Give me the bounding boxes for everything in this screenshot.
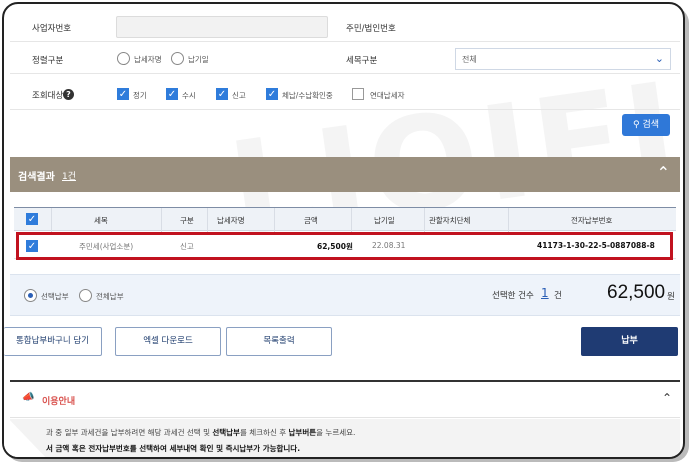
sort-radio-due[interactable] [171, 52, 184, 65]
table-header: ✓ 세목 구분 납세자명 금액 납기일 관할자치단체 전자납부번호 [14, 207, 676, 232]
page-curl [4, 414, 52, 457]
selection-summary: 선택납부 전체납부 선택한 건수 1 건 62,500 원 [10, 274, 680, 316]
add-to-cart-button[interactable]: 통합납부바구니 담기 [4, 327, 102, 356]
target-label-report: 신고 [232, 91, 246, 100]
selected-amount-unit: 원 [667, 292, 675, 302]
selected-count-unit: 건 [554, 291, 562, 301]
highlight-box [16, 232, 673, 260]
megaphone-icon: 📣 [22, 392, 35, 403]
guide-title: 이용안내 [42, 397, 76, 407]
form-row-target: 조회대상 ? ✓ 정기 ✓ 수시 ✓ 신고 ✓ 체납/수납확인중 연대납세자 [10, 76, 680, 110]
target-checkbox-joint[interactable] [352, 88, 364, 100]
search-button-label: 검색 [642, 120, 660, 130]
target-checkbox-regular[interactable]: ✓ [117, 88, 129, 100]
results-count[interactable]: 1건 [62, 169, 76, 182]
target-label-arrears: 체납/수납확인중 [282, 91, 333, 100]
selected-amount: 62,500 [607, 282, 666, 303]
results-header[interactable]: 검색결과 1건 ⌃ [10, 157, 680, 192]
pay-mode-all-label: 전체납부 [96, 292, 124, 301]
chevron-up-icon[interactable]: ⌃ [662, 391, 672, 405]
page-frame: LIOIEI 사업자번호 주민/법인번호 정렬구분 납세자명 납기일 세목구분 … [2, 2, 685, 459]
target-label-occasional: 수시 [182, 91, 196, 100]
target-checkbox-arrears[interactable]: ✓ [266, 88, 278, 100]
biz-no-input[interactable] [116, 16, 328, 38]
form-row-ids: 사업자번호 주민/법인번호 [10, 12, 680, 42]
col-taxpayer: 납세자명 [217, 216, 245, 225]
selected-count-label: 선택한 건수 [492, 291, 534, 301]
selected-count: 1 [541, 286, 549, 300]
help-icon[interactable]: ? [63, 89, 74, 100]
guide-body: 과 중 일부 과세건을 납부하려면 해당 과세건 선택 및 선택납부를 체크하신… [10, 419, 680, 457]
form-row-sort: 정렬구분 납세자명 납기일 세목구분 전체 ⌄ [10, 44, 680, 74]
target-label-joint: 연대납세자 [370, 91, 405, 100]
col-authority: 관할자치단체 [429, 216, 471, 225]
col-tax-item: 세목 [94, 216, 108, 225]
sort-option-due: 납기일 [188, 55, 209, 64]
results-title: 검색결과 [18, 172, 55, 183]
select-all-checkbox[interactable]: ✓ [26, 213, 38, 225]
resident-no-input[interactable] [452, 16, 674, 38]
col-amount: 금액 [304, 216, 318, 225]
sort-option-taxpayer: 납세자명 [134, 55, 162, 64]
col-due: 납기일 [374, 216, 395, 225]
chevron-up-icon[interactable]: ⌃ [657, 163, 670, 182]
guide-line-1: 과 중 일부 과세건을 납부하려면 해당 과세건 선택 및 선택납부를 체크하신… [46, 428, 356, 437]
col-type: 구분 [180, 216, 194, 225]
pay-mode-selected-label: 선택납부 [41, 292, 69, 301]
sort-label: 정렬구분 [32, 56, 64, 66]
biz-no-label: 사업자번호 [32, 24, 72, 34]
target-checkbox-report[interactable]: ✓ [216, 88, 228, 100]
search-button[interactable]: ⚲ 검색 [622, 114, 670, 136]
chevron-down-icon: ⌄ [654, 52, 664, 65]
search-icon: ⚲ [632, 120, 640, 130]
guide-header[interactable]: 📣 이용안내 ⌃ [10, 380, 680, 418]
pay-button[interactable]: 납부 [581, 327, 678, 356]
pay-mode-radio-selected[interactable] [24, 289, 37, 302]
col-epay-no: 전자납부번호 [571, 216, 613, 225]
tax-item-value: 전체 [462, 55, 477, 64]
resident-no-label: 주민/법인번호 [346, 24, 396, 34]
target-checkbox-occasional[interactable]: ✓ [166, 88, 178, 100]
excel-download-button[interactable]: 엑셀 다운로드 [115, 327, 221, 356]
tax-item-label: 세목구분 [346, 56, 378, 66]
query-target-label: 조회대상 [32, 91, 64, 101]
guide-line-2: 서 금액 혹은 전자납부번호를 선택하여 세부내역 확인 및 즉시납부가 가능합… [46, 444, 301, 453]
target-label-regular: 정기 [133, 91, 147, 100]
pay-mode-radio-all[interactable] [79, 289, 92, 302]
print-list-button[interactable]: 목록출력 [226, 327, 332, 356]
tax-item-select[interactable]: 전체 ⌄ [455, 48, 671, 70]
sort-radio-taxpayer[interactable] [117, 52, 130, 65]
